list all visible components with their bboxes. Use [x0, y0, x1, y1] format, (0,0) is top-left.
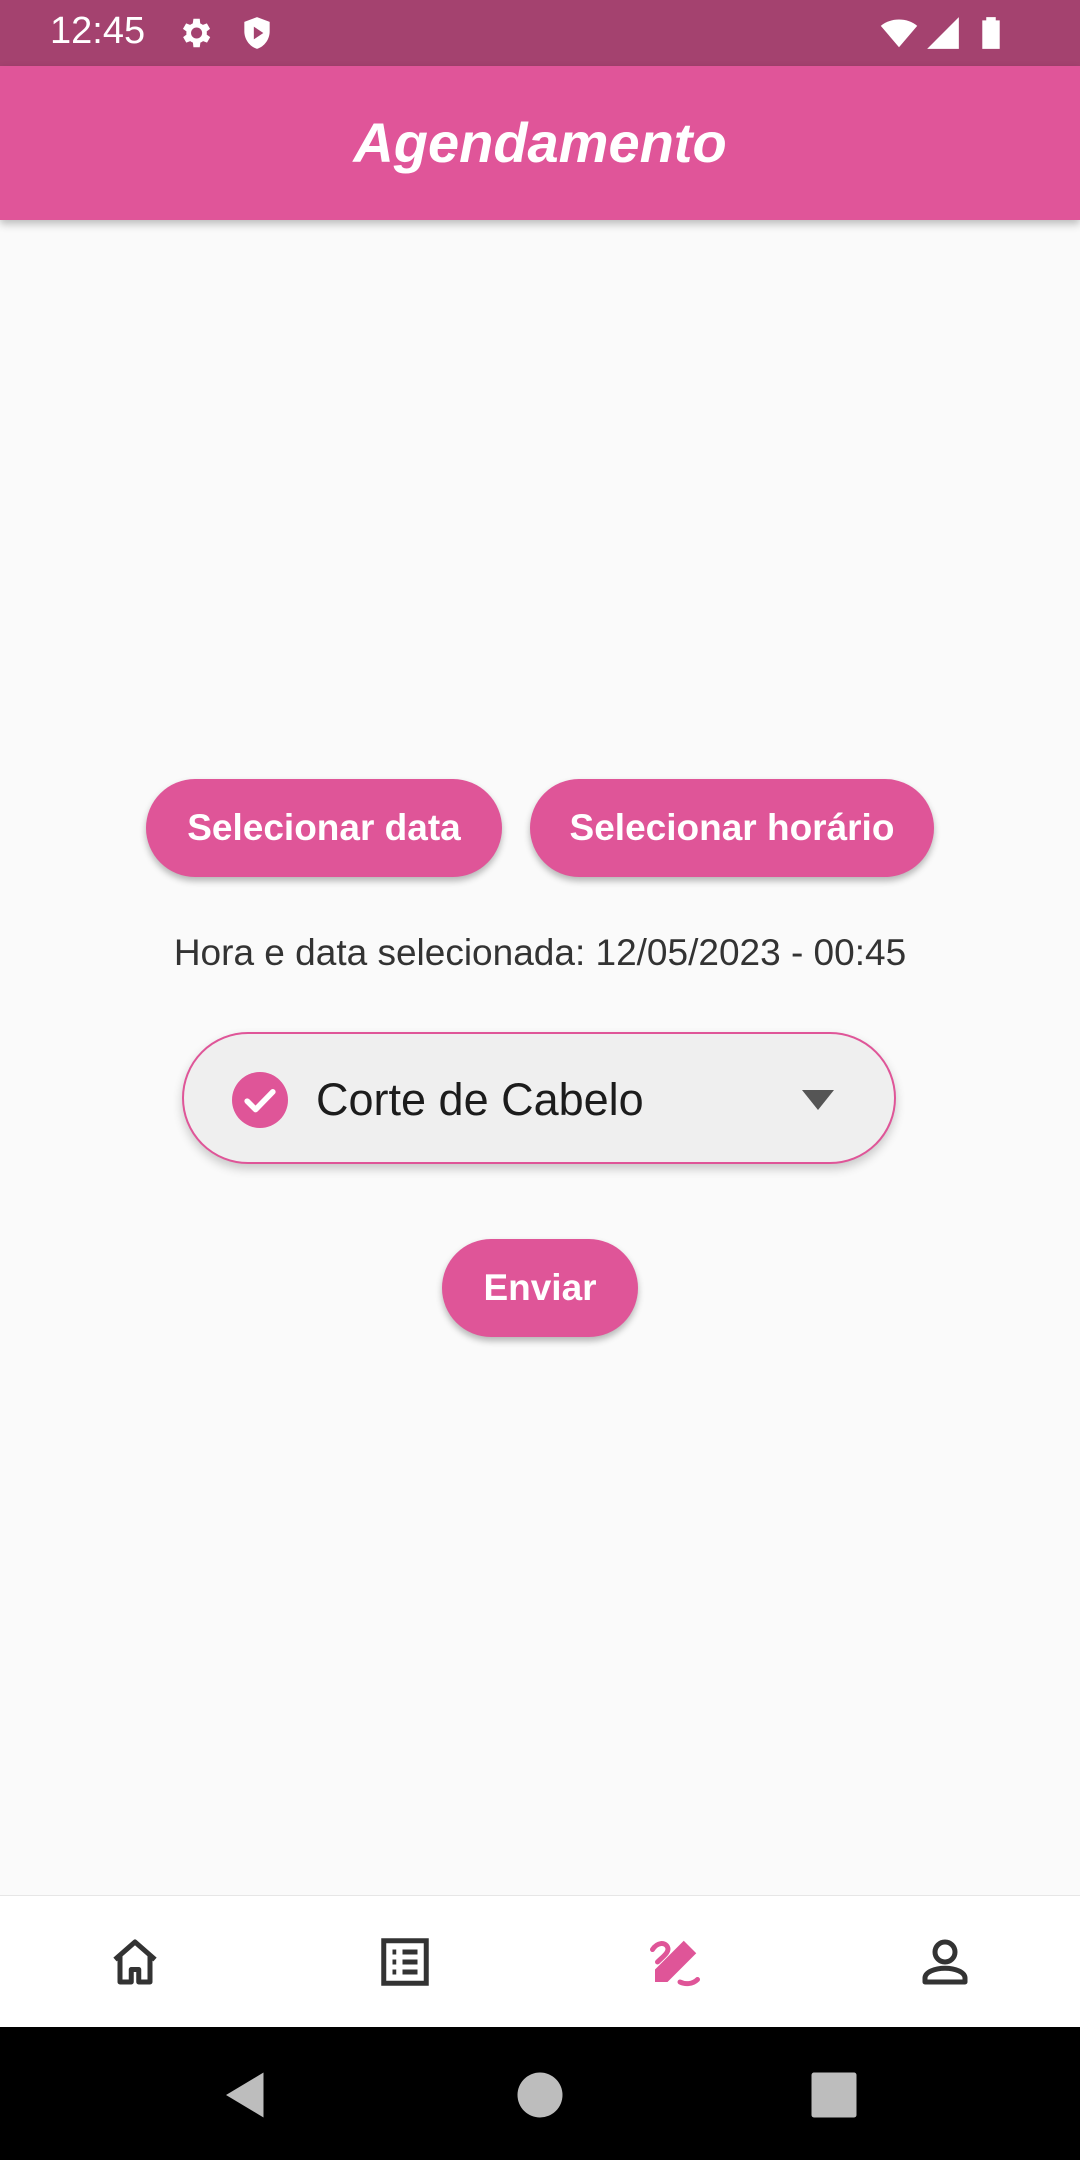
check-circle-icon	[232, 1072, 288, 1128]
select-date-button[interactable]: Selecionar data	[146, 779, 502, 877]
list-icon	[381, 1938, 429, 1986]
home-icon	[113, 1939, 157, 1985]
recents-icon[interactable]	[804, 2065, 864, 2125]
profile-icon	[922, 1939, 968, 1985]
app-bar: Agendamento	[0, 66, 1080, 220]
select-time-button[interactable]: Selecionar horário	[530, 779, 934, 877]
battery-icon	[982, 17, 1000, 49]
service-dropdown-value: Corte de Cabelo	[316, 1074, 644, 1125]
home-circle-icon[interactable]	[510, 2065, 570, 2125]
nav-item-home[interactable]	[0, 1896, 270, 2028]
bottom-navigation	[0, 1895, 1080, 2028]
edit-icon	[650, 1940, 700, 1987]
status-time: 12:45	[50, 10, 146, 52]
page-title: Agendamento	[353, 111, 727, 174]
wifi-icon	[880, 19, 918, 48]
nav-item-profile[interactable]	[810, 1896, 1080, 2028]
nav-item-list[interactable]	[270, 1896, 540, 2028]
shield-play-icon	[244, 17, 270, 49]
nav-item-schedule[interactable]	[540, 1896, 810, 2028]
gear-icon	[182, 18, 211, 48]
system-navigation-bar	[0, 2027, 1080, 2160]
chevron-down-icon	[802, 1090, 834, 1110]
back-icon[interactable]	[216, 2065, 276, 2125]
selected-datetime-text: Hora e data selecionada: 12/05/2023 - 00…	[173, 932, 907, 973]
signal-icon	[927, 17, 959, 49]
service-dropdown[interactable]: Corte de Cabelo	[182, 1032, 896, 1164]
submit-button[interactable]: Enviar	[442, 1239, 638, 1337]
status-bar: 12:45	[0, 0, 1080, 66]
